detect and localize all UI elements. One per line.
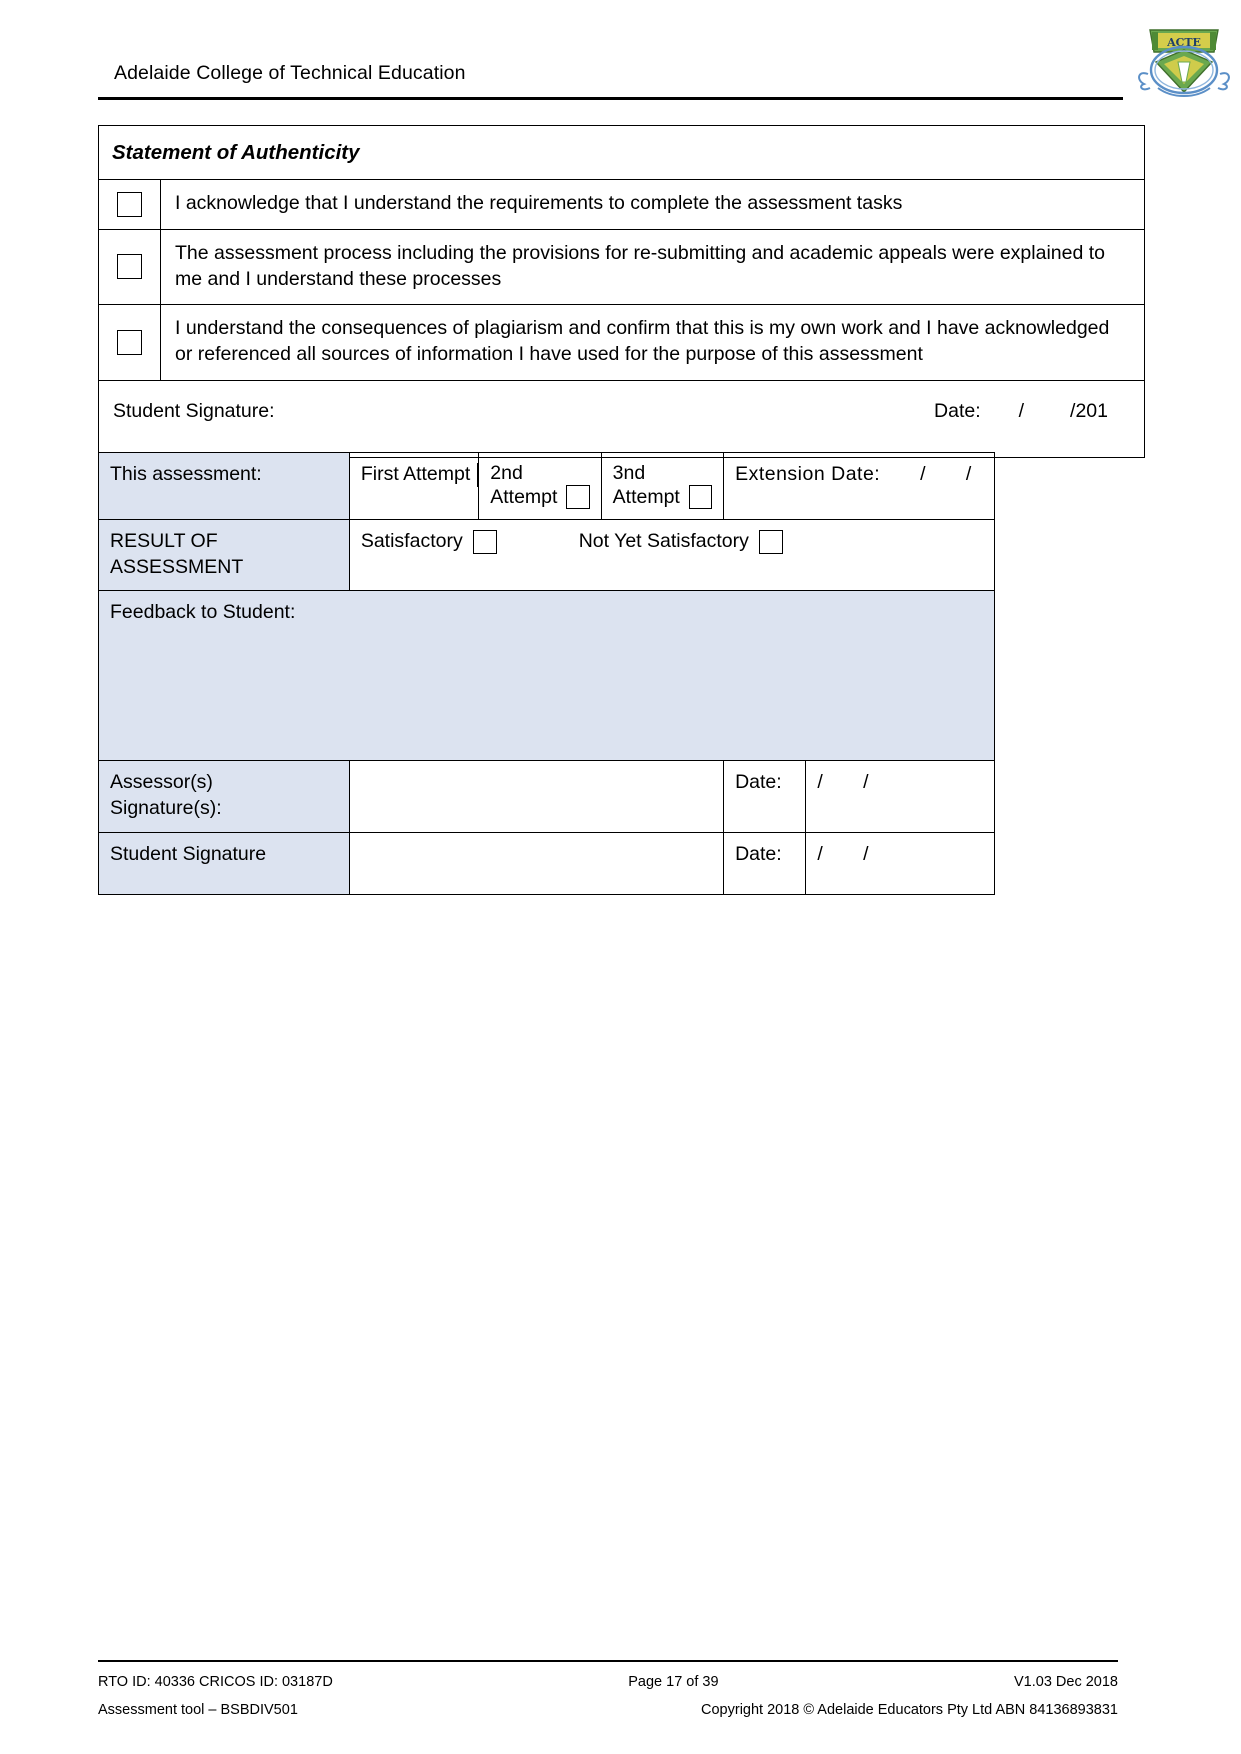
student-date-value[interactable]: / / [805,831,995,895]
date-slash-1: / [1018,399,1025,422]
result-label-line1: RESULT OF [110,530,218,552]
assessor-signature-input[interactable] [348,760,725,833]
table-row-feedback: Feedback to Student: [98,590,995,762]
statement-checkbox-cell-1[interactable] [98,179,161,230]
satisfactory-label: Satisfactory [360,530,463,552]
acknowledge-requirements-checkbox[interactable] [117,191,142,217]
table-row-student-signature: Student Signature: Date: / /201 [98,379,1145,458]
plagiarism-consequences-checkbox[interactable] [117,329,142,355]
assessment-process-checkbox[interactable] [117,254,142,280]
second-attempt-label-line2: Attempt [490,485,558,508]
assessor-signature-label: Assessor(s) Signature(s): [98,760,350,833]
extension-date-cell[interactable]: Extension Date: / / [723,452,995,520]
this-assessment-label: This assessment: [98,452,350,520]
assessor-date-slash-2: / [863,771,870,794]
statement-text-1: I acknowledge that I understand the requ… [160,179,1145,230]
student-signature-row[interactable]: Student Signature: Date: / /201 [98,379,1145,458]
table-row: I understand the consequences of plagiar… [98,304,1145,381]
result-of-assessment-label: RESULT OF ASSESSMENT [98,518,350,592]
student-signature-date-group[interactable]: Date: / /201 [934,399,1130,425]
footer-copyright: Copyright 2018 © Adelaide Educators Pty … [701,1701,1118,1718]
student-signature-input[interactable] [348,831,725,895]
statement-of-authenticity-table: Statement of Authenticity I acknowledge … [98,124,1145,458]
institution-name: Adelaide College of Technical Education [114,62,466,84]
document-header: Adelaide College of Technical Education … [98,22,1230,100]
footer-assessment-tool: Assessment tool – BSBDIV501 [98,1701,298,1718]
student-signature-label: Student Signature: [113,399,275,422]
student-signature-label: Student Signature [98,831,350,895]
student-date-label: Date: [723,831,807,895]
feedback-to-student-label: Feedback to Student: [110,601,296,624]
extension-date-slash-1: / [920,463,926,485]
table-row-student-signature: Student Signature Date: / / [98,831,995,895]
assessor-date-label: Date: [723,760,807,833]
assessor-date-value[interactable]: / / [805,760,995,833]
third-attempt-label-line2: Attempt [612,485,680,508]
third-attempt-checkbox[interactable] [688,485,713,509]
table-row: The assessment process including the pro… [98,228,1145,306]
footer-row-bottom: Assessment tool – BSBDIV501 Copyright 20… [98,1697,1118,1725]
result-label-line2: ASSESSMENT [110,555,244,578]
second-attempt-cell[interactable]: 2nd Attempt [478,452,602,520]
extension-date-slash-2: / [965,463,972,485]
second-attempt-label-line1: 2nd [490,462,523,484]
assessor-label-line1: Assessor(s) [110,771,213,794]
not-yet-satisfactory-label: Not Yet Satisfactory [578,530,749,552]
statement-of-authenticity-title: Statement of Authenticity [98,124,1145,181]
document-footer: RTO ID: 40336 CRICOS ID: 03187D Page 17 … [98,1660,1118,1725]
result-options-cell[interactable]: Satisfactory Not Yet Satisfactory [348,518,996,592]
third-attempt-cell[interactable]: 3nd Attempt [600,452,725,520]
table-row-assessor-signature: Assessor(s) Signature(s): Date: / / [98,760,995,833]
footer-row-top: RTO ID: 40336 CRICOS ID: 03187D Page 17 … [98,1669,1118,1697]
first-attempt-label: First Attempt [360,463,471,485]
date-slash-2-year: /201 [1070,399,1108,422]
assessor-label-line2: Signature(s): [110,797,222,820]
footer-divider [98,1660,1118,1662]
crest-icon: ACTE [1138,29,1230,98]
table-row-result-of-assessment: RESULT OF ASSESSMENT Satisfactory Not Ye… [98,518,996,592]
college-crest-logo: ACTE [1128,22,1240,104]
student-date-slash-1: / [817,842,824,865]
first-attempt-cell[interactable]: First Attempt [348,452,480,520]
satisfactory-checkbox[interactable] [472,529,497,554]
document-page: Adelaide College of Technical Education … [0,0,1241,1754]
statement-checkbox-cell-3[interactable] [98,304,161,381]
header-divider [98,97,1123,100]
table-row-this-assessment: This assessment: First Attempt 2nd Attem… [98,452,995,520]
second-attempt-checkbox[interactable] [566,485,590,509]
not-yet-satisfactory-checkbox[interactable] [758,529,783,554]
table-row-title: Statement of Authenticity [98,124,1145,181]
feedback-to-student-cell[interactable]: Feedback to Student: [98,590,995,762]
statement-text-3: I understand the consequences of plagiar… [160,304,1145,381]
student-date-slash-2: / [863,842,870,865]
third-attempt-label-line1: 3nd [612,462,646,484]
footer-page-number: Page 17 of 39 [628,1674,719,1690]
statement-text-2: The assessment process including the pro… [160,228,1145,306]
assessor-date-slash-1: / [817,771,824,794]
footer-version: V1.03 Dec 2018 [1014,1674,1118,1690]
assessment-result-table: This assessment: First Attempt 2nd Attem… [98,452,996,895]
statement-checkbox-cell-2[interactable] [98,228,161,306]
footer-rto-id: RTO ID: 40336 CRICOS ID: 03187D [98,1674,333,1690]
date-label: Date: [934,399,981,422]
extension-date-label: Extension Date: [735,463,881,485]
table-row: I acknowledge that I understand the requ… [98,179,1145,230]
